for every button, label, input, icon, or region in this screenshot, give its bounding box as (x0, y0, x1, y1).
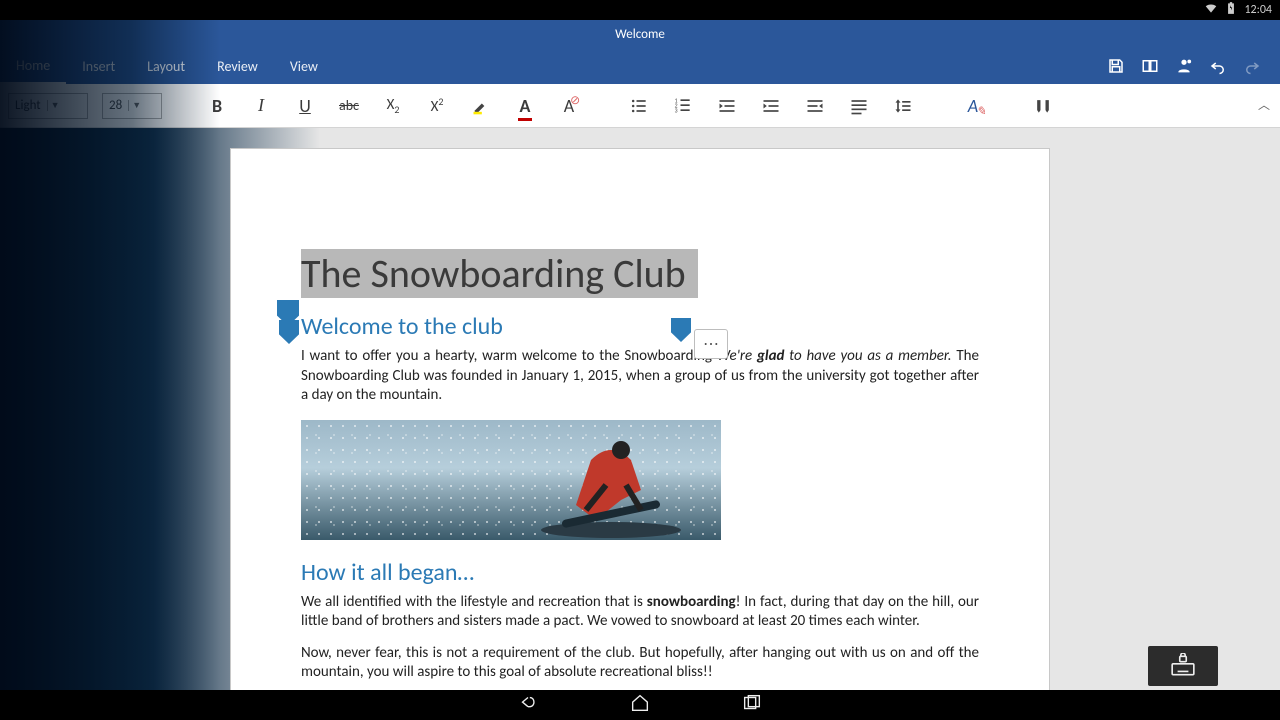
titlebar: Welcome (0, 20, 1280, 48)
snowboard-image[interactable] (301, 420, 721, 540)
strikethrough-button[interactable]: abc (334, 91, 364, 121)
styles-button[interactable]: A✎ (958, 91, 988, 121)
tab-view[interactable]: View (274, 48, 334, 84)
selection-handle-right-icon[interactable] (671, 318, 691, 342)
decrease-indent-button[interactable] (712, 91, 742, 121)
document-title: Welcome (615, 27, 665, 42)
ellipsis-icon: ⋯ (703, 334, 719, 354)
redo-icon[interactable] (1242, 56, 1262, 76)
clear-formatting-button[interactable]: A⊘ (554, 91, 584, 121)
tab-insert[interactable]: Insert (66, 48, 131, 84)
font-color-button[interactable]: A (510, 91, 540, 121)
italic-button[interactable]: I (246, 91, 276, 121)
font-name-select[interactable]: Light▼ (8, 93, 88, 119)
clock-text: 12:04 (1244, 3, 1272, 17)
special-indent-button[interactable] (800, 91, 830, 121)
selection-handle-left2-icon[interactable] (279, 320, 299, 344)
svg-text:3: 3 (675, 106, 678, 114)
doc-title[interactable]: The Snowboarding Club (301, 249, 698, 298)
tab-review[interactable]: Review (201, 48, 274, 84)
bold-button[interactable]: B (202, 91, 232, 121)
keyboard-toggle-button[interactable] (1148, 646, 1218, 686)
snowboarder-icon (521, 430, 701, 540)
bullets-button[interactable] (624, 91, 654, 121)
paragraph-began-2[interactable]: Now, never fear, this is not a requireme… (301, 644, 979, 683)
align-button[interactable] (844, 91, 874, 121)
share-icon[interactable] (1174, 56, 1194, 76)
context-menu-button[interactable]: ⋯ (694, 329, 728, 359)
back-icon[interactable] (517, 692, 539, 719)
android-status-bar: 12:04 (0, 0, 1280, 20)
recents-icon[interactable] (741, 692, 763, 719)
tab-home[interactable]: Home (0, 48, 66, 84)
paragraph-began-1[interactable]: We all identified with the lifestyle and… (301, 593, 979, 632)
collapse-ribbon-icon[interactable]: ︿ (1258, 96, 1270, 113)
home-toolbar: Light▼ 28▼ B I U abc X2 X2 A A⊘ 123 (0, 84, 1280, 128)
document-page[interactable]: The Snowboarding Club Welcome to the clu… (230, 148, 1050, 690)
subscript-button[interactable]: X2 (378, 91, 408, 121)
document-canvas[interactable]: The Snowboarding Club Welcome to the clu… (0, 128, 1280, 690)
undo-icon[interactable] (1208, 56, 1228, 76)
font-size-select[interactable]: 28▼ (102, 93, 162, 119)
underline-button[interactable]: U (290, 91, 320, 121)
superscript-button[interactable]: X2 (422, 91, 452, 121)
reading-view-icon[interactable] (1140, 56, 1160, 76)
tab-layout[interactable]: Layout (131, 48, 201, 84)
ribbon-tabs: Home Insert Layout Review View (0, 48, 1280, 84)
increase-indent-button[interactable] (756, 91, 786, 121)
heading-how-it-began[interactable]: How it all began… (301, 558, 979, 587)
wifi-icon (1204, 1, 1218, 19)
android-nav-bar (0, 690, 1280, 720)
paragraph-welcome[interactable]: I want to offer you a hearty, warm welco… (301, 347, 979, 406)
find-button[interactable] (1028, 91, 1058, 121)
keyboard-lock-icon (1170, 653, 1196, 679)
save-icon[interactable] (1106, 56, 1126, 76)
heading-welcome[interactable]: Welcome to the club (301, 312, 979, 341)
home-icon[interactable] (629, 692, 651, 719)
line-spacing-button[interactable] (888, 91, 918, 121)
highlight-button[interactable] (466, 91, 496, 121)
numbering-button[interactable]: 123 (668, 91, 698, 121)
battery-icon (1224, 1, 1238, 19)
